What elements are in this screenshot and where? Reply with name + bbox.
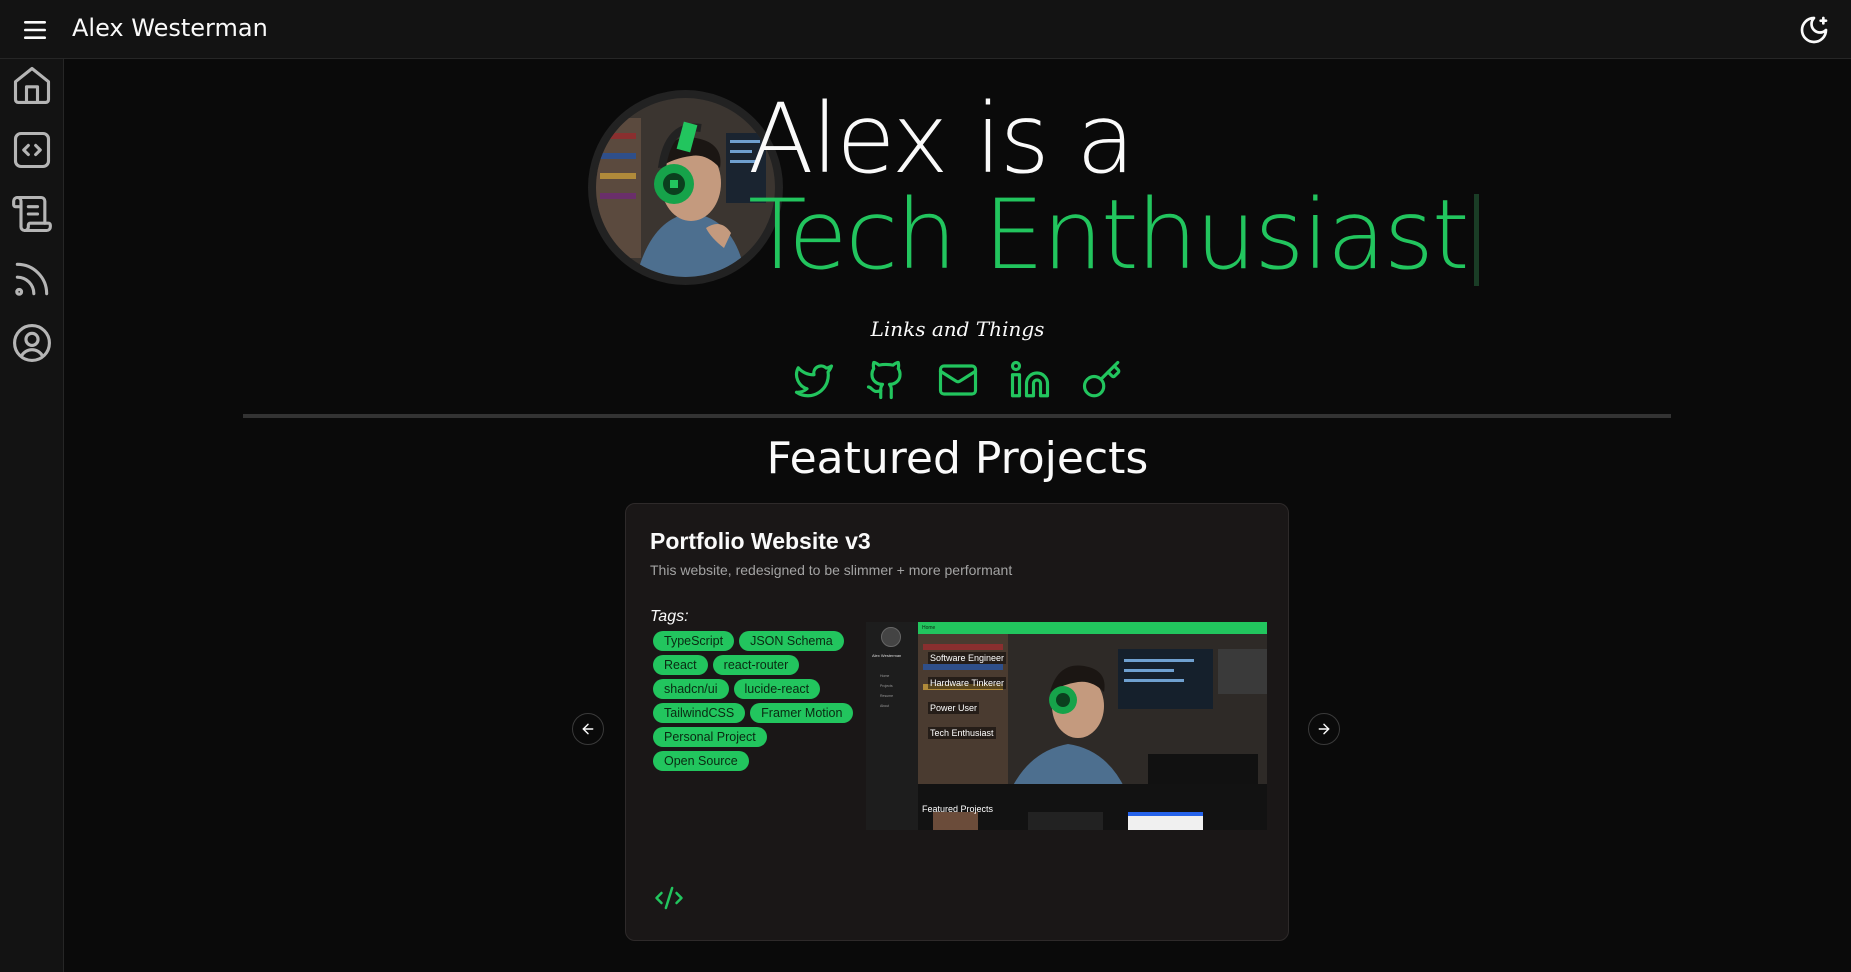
arrow-right-icon — [1318, 723, 1330, 735]
screenshot-name: Alex Westerman — [872, 653, 902, 658]
featured-projects-title: Featured Projects — [766, 433, 1149, 484]
tag[interactable]: Framer Motion — [750, 703, 854, 723]
twitter-icon[interactable] — [793, 359, 835, 401]
tag[interactable]: Personal Project — [653, 727, 767, 747]
hero-heading: Alex is a — [748, 83, 1135, 195]
sidebar — [0, 59, 64, 972]
screenshot-menu-item: Home — [880, 674, 890, 678]
sidebar-item-blog[interactable] — [10, 257, 54, 301]
hero-role: Tech Enthusiast — [748, 185, 1479, 286]
screenshot-menu-item: Resume — [880, 694, 894, 698]
tags-label: Tags: — [650, 608, 689, 625]
screenshot-featured-title: Featured Projects — [922, 804, 994, 814]
mail-icon[interactable] — [937, 359, 979, 401]
menu-icon[interactable] — [20, 16, 52, 44]
arrow-left-icon — [582, 723, 594, 735]
github-icon[interactable] — [865, 359, 907, 401]
screenshot-menu-item: Projects — [880, 684, 893, 688]
rss-icon — [15, 262, 49, 296]
social-links — [64, 359, 1851, 401]
tag[interactable]: TailwindCSS — [653, 703, 746, 723]
sidebar-item-about[interactable] — [10, 321, 54, 365]
tag[interactable]: Open Source — [653, 751, 749, 771]
code-icon — [13, 131, 51, 169]
screenshot-label: Hardware Tinkerer — [928, 677, 1007, 689]
linkedin-icon[interactable] — [1009, 359, 1051, 401]
app-title: Alex Westerman — [72, 14, 268, 42]
code-brackets-icon[interactable] — [652, 883, 686, 913]
screenshot-label: Tech Enthusiast — [928, 727, 996, 739]
screenshot-label: Power User — [928, 702, 980, 714]
sidebar-item-home[interactable] — [10, 63, 54, 107]
screenshot-label: Software Engineer — [928, 652, 1007, 664]
screenshot-menu-item: About — [880, 704, 890, 708]
carousel-next-button[interactable] — [1308, 713, 1340, 745]
typing-cursor — [1473, 193, 1479, 286]
tag[interactable]: React — [653, 655, 708, 675]
tag[interactable]: shadcn/ui — [653, 679, 729, 699]
project-screenshot: Home Alex Westerman Home Projects Resume… — [866, 622, 1267, 830]
tag[interactable]: JSON Schema — [739, 631, 844, 651]
home-icon — [13, 66, 51, 104]
tag[interactable]: TypeScript — [653, 631, 735, 651]
user-icon — [13, 324, 51, 362]
sidebar-item-resume[interactable] — [10, 192, 54, 236]
screenshot-sidebar: Alex Westerman Home Projects Resume Abou… — [866, 622, 918, 830]
main-content: Alex is a Tech Enthusiast Links and Thin… — [64, 59, 1851, 972]
project-card[interactable]: Portfolio Website v3 This website, redes… — [625, 503, 1289, 941]
tag[interactable]: react-router — [712, 655, 800, 675]
sidebar-item-projects[interactable] — [10, 128, 54, 172]
scroll-icon — [12, 195, 52, 233]
screenshot-topbar-text: Home — [922, 625, 936, 631]
links-title: Links and Things — [870, 317, 1045, 341]
theme-toggle-icon[interactable] — [1798, 14, 1830, 46]
key-icon[interactable] — [1081, 359, 1123, 401]
screenshot-topbar: Home — [918, 622, 1267, 634]
screenshot-avatar — [881, 627, 901, 647]
top-bar: Alex Westerman — [0, 0, 1851, 59]
tag-list: TypeScript JSON Schema React react-route… — [653, 631, 863, 771]
section-divider — [243, 414, 1671, 418]
project-description: This website, redesigned to be slimmer +… — [650, 562, 1013, 578]
carousel-prev-button[interactable] — [572, 713, 604, 745]
hero-role-text: Tech Enthusiast — [748, 179, 1470, 291]
project-title: Portfolio Website v3 — [650, 528, 871, 554]
tag[interactable]: lucide-react — [733, 679, 821, 699]
